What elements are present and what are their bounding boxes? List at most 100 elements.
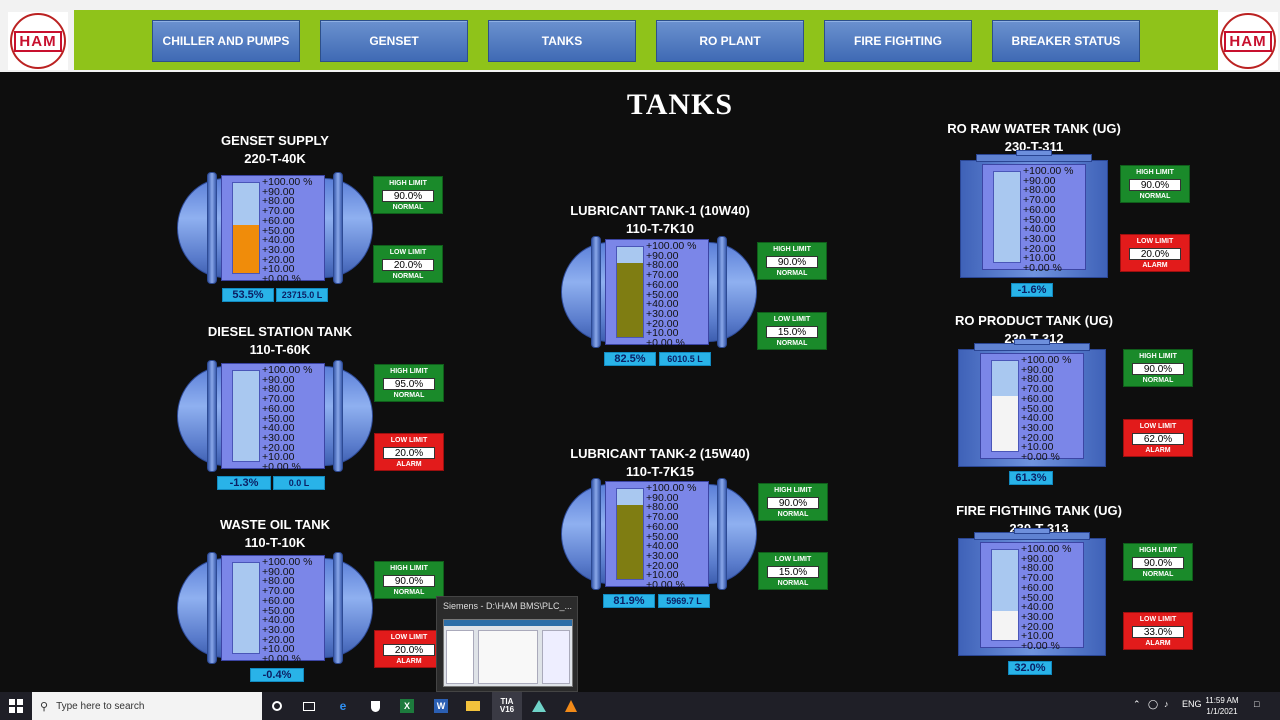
security-shield-icon[interactable] bbox=[360, 692, 390, 720]
level-percent-readout: 61.3% bbox=[1009, 471, 1053, 485]
low-limit-input[interactable]: 15.0% bbox=[767, 566, 819, 578]
level-scale: +100.00 % +90.00 +80.00 +70.00 +60.00 +50.00 +… bbox=[262, 177, 313, 285]
tank-name: LUBRICANT TANK-1 (10W40) bbox=[570, 203, 750, 218]
low-limit-input[interactable]: 15.0% bbox=[766, 326, 818, 338]
limit-status: NORMAL bbox=[392, 273, 424, 280]
tank-tag: 110-T-10K bbox=[244, 535, 306, 550]
clock-date: 1/1/2021 bbox=[1206, 707, 1238, 716]
language-indicator[interactable]: ENG bbox=[1182, 699, 1202, 709]
thumb-titlebar bbox=[444, 620, 572, 626]
horizontal-tank: +100.00 % +90.00 +80.00 +70.00 +60.00 +50.00 +… bbox=[561, 236, 757, 348]
scada-screen: HAM HAM CHILLER AND PUMPS GENSET TANKS R… bbox=[0, 0, 1280, 720]
high-limit-box: HIGH LIMIT 90.0% NORMAL bbox=[1123, 543, 1193, 581]
windows-start-icon[interactable] bbox=[0, 692, 32, 720]
level-panel: +100.00 % +90.00 +80.00 +70.00 +60.00 +50.00 +… bbox=[221, 363, 325, 472]
tank-lid bbox=[1016, 150, 1052, 156]
high-limit-input[interactable]: 90.0% bbox=[1132, 557, 1184, 569]
notification-icon[interactable]: □ bbox=[1254, 699, 1259, 709]
high-limit-input[interactable]: 95.0% bbox=[383, 378, 435, 390]
tank-tag: 220-T-40K bbox=[244, 151, 306, 166]
level-fill bbox=[617, 505, 643, 579]
page-title: TANKS bbox=[626, 88, 734, 121]
high-limit-input[interactable]: 90.0% bbox=[767, 497, 819, 509]
limit-label: LOW LIMIT bbox=[390, 634, 428, 641]
nav-button-fire-fighting[interactable]: FIRE FIGHTING bbox=[824, 20, 972, 62]
tia-portal-icon[interactable]: TIA V16 bbox=[492, 692, 522, 720]
low-limit-box: LOW LIMIT 20.0% ALARM bbox=[1120, 234, 1190, 272]
low-limit-box: LOW LIMIT 15.0% NORMAL bbox=[757, 312, 827, 350]
tank-title: LUBRICANT TANK-1 (10W40) 110-T-7K10 bbox=[560, 202, 760, 238]
nav-button-chiller[interactable]: CHILLER AND PUMPS bbox=[152, 20, 300, 62]
search-placeholder: Type here to search bbox=[56, 700, 145, 712]
windows-taskbar: ⚲ Type here to search e X W TIA V16 ⌃ ◯ ♪… bbox=[0, 692, 1280, 720]
high-limit-box: HIGH LIMIT 90.0% NORMAL bbox=[1123, 349, 1193, 387]
high-limit-box: HIGH LIMIT 90.0% NORMAL bbox=[757, 242, 827, 280]
limit-label: LOW LIMIT bbox=[389, 249, 427, 256]
low-limit-input[interactable]: 20.0% bbox=[383, 447, 435, 459]
limit-label: HIGH LIMIT bbox=[1139, 547, 1177, 554]
taskbar-search-input[interactable]: ⚲ Type here to search bbox=[32, 692, 262, 720]
limit-label: LOW LIMIT bbox=[1139, 423, 1177, 430]
limit-status: NORMAL bbox=[392, 204, 424, 211]
tank-name: WASTE OIL TANK bbox=[219, 517, 331, 532]
scale-tick: +0.00 % bbox=[1023, 262, 1062, 275]
limit-label: HIGH LIMIT bbox=[1136, 169, 1174, 176]
limit-label: HIGH LIMIT bbox=[389, 180, 427, 187]
high-limit-input[interactable]: 90.0% bbox=[1129, 179, 1181, 191]
tank-ring bbox=[717, 236, 727, 348]
app-icon[interactable] bbox=[524, 692, 554, 720]
thumb-panel bbox=[542, 630, 570, 684]
high-limit-input[interactable]: 90.0% bbox=[766, 256, 818, 268]
preview-thumbnail[interactable] bbox=[443, 619, 573, 687]
excel-icon[interactable]: X bbox=[392, 692, 422, 720]
low-limit-box: LOW LIMIT 33.0% ALARM bbox=[1123, 612, 1193, 650]
low-limit-input[interactable]: 33.0% bbox=[1132, 626, 1184, 638]
level-scale: +100.00 % +90.00 +80.00 +70.00 +60.00 +50.00 +… bbox=[1021, 355, 1072, 463]
taskbar-preview-popup[interactable]: Siemens - D:\HAM BMS\PLC_... bbox=[436, 596, 578, 692]
nav-button-genset[interactable]: GENSET bbox=[320, 20, 468, 62]
limit-label: LOW LIMIT bbox=[774, 556, 812, 563]
logo-text: HAM bbox=[14, 30, 62, 52]
level-panel: +100.00 % +90.00 +80.00 +70.00 +60.00 +50.00 +… bbox=[980, 542, 1084, 651]
low-limit-box: LOW LIMIT 20.0% NORMAL bbox=[373, 245, 443, 283]
low-limit-input[interactable]: 62.0% bbox=[1132, 433, 1184, 445]
tank-ring bbox=[333, 552, 343, 664]
level-scale: +100.00 % +90.00 +80.00 +70.00 +60.00 +50.00 +… bbox=[262, 557, 313, 665]
high-limit-input[interactable]: 90.0% bbox=[1132, 363, 1184, 375]
high-limit-input[interactable]: 90.0% bbox=[383, 575, 435, 587]
vlc-icon[interactable] bbox=[556, 692, 586, 720]
network-icon[interactable]: ◯ bbox=[1148, 699, 1158, 710]
volume-icon[interactable]: ♪ bbox=[1164, 699, 1169, 709]
low-limit-input[interactable]: 20.0% bbox=[383, 644, 435, 656]
level-panel: +100.00 % +90.00 +80.00 +70.00 +60.00 +50.00 +… bbox=[982, 164, 1086, 273]
limit-label: HIGH LIMIT bbox=[390, 368, 428, 375]
logo-ring: HAM bbox=[1220, 13, 1276, 69]
scale-tick: +0.00 % bbox=[646, 579, 685, 592]
limit-status: NORMAL bbox=[393, 392, 425, 399]
level-panel: +100.00 % +90.00 +80.00 +70.00 +60.00 +50.00 +… bbox=[221, 555, 325, 664]
limit-status: ALARM bbox=[396, 461, 422, 468]
tray-chevron-icon[interactable]: ⌃ bbox=[1133, 699, 1141, 710]
low-limit-box: LOW LIMIT 15.0% NORMAL bbox=[758, 552, 828, 590]
file-explorer-icon[interactable] bbox=[458, 692, 488, 720]
level-bar bbox=[991, 360, 1019, 452]
clock[interactable]: 11:59 AM 1/1/2021 bbox=[1200, 695, 1244, 717]
task-view-icon[interactable] bbox=[294, 692, 324, 720]
nav-button-ro-plant[interactable]: RO PLANT bbox=[656, 20, 804, 62]
tank-lid bbox=[1014, 528, 1050, 534]
nav-button-tanks[interactable]: TANKS bbox=[488, 20, 636, 62]
edge-icon[interactable]: e bbox=[328, 692, 358, 720]
level-bar bbox=[616, 246, 644, 338]
limit-status: NORMAL bbox=[776, 340, 808, 347]
cortana-icon[interactable] bbox=[262, 692, 292, 720]
level-fill bbox=[992, 611, 1018, 640]
low-limit-input[interactable]: 20.0% bbox=[382, 259, 434, 271]
word-icon[interactable]: W bbox=[426, 692, 456, 720]
low-limit-input[interactable]: 20.0% bbox=[1129, 248, 1181, 260]
level-scale: +100.00 % +90.00 +80.00 +70.00 +60.00 +50.00 +… bbox=[1023, 166, 1074, 275]
nav-button-breaker-status[interactable]: BREAKER STATUS bbox=[992, 20, 1140, 62]
high-limit-input[interactable]: 90.0% bbox=[382, 190, 434, 202]
limit-label: HIGH LIMIT bbox=[773, 246, 811, 253]
limit-status: ALARM bbox=[396, 658, 422, 665]
tank-tag: 110-T-60K bbox=[249, 342, 311, 357]
